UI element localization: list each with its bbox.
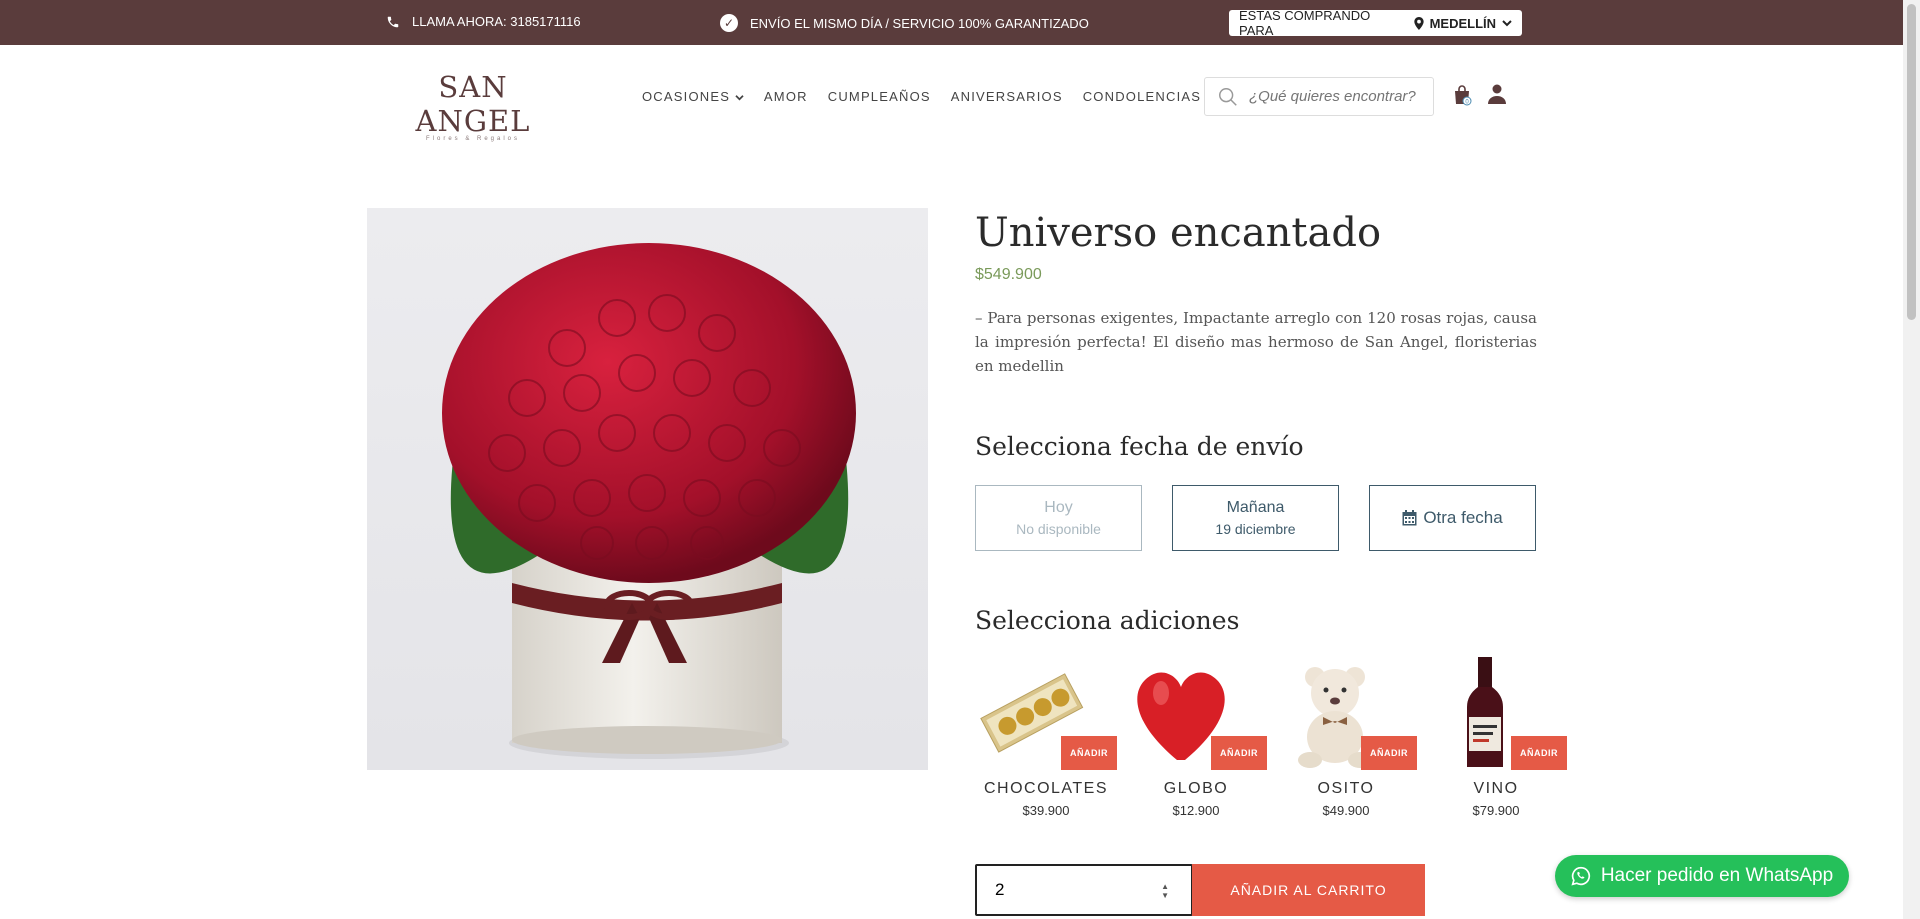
date-option-sub: 19 diciembre: [1215, 521, 1296, 537]
add-to-cart-button[interactable]: AÑADIR AL CARRITO: [1192, 864, 1425, 916]
whatsapp-order-button[interactable]: Hacer pedido en WhatsApp: [1555, 855, 1849, 897]
city-prefix: ESTAS COMPRANDO PARA: [1239, 8, 1371, 38]
nav-item-aniversarios[interactable]: ANIVERSARIOS: [951, 89, 1063, 104]
site-logo[interactable]: SAN ANGEL Flores & Regalos: [388, 70, 558, 142]
whatsapp-label: Hacer pedido en WhatsApp: [1600, 865, 1834, 886]
date-option-other[interactable]: Otra fecha: [1369, 485, 1536, 551]
date-option-sub: No disponible: [1016, 521, 1101, 537]
addon-name: GLOBO: [1163, 780, 1229, 797]
addon-vino: AÑADIR VINO $79.900: [1425, 655, 1567, 818]
add-addon-button[interactable]: AÑADIR: [1211, 736, 1267, 770]
cart-icon[interactable]: 0: [1452, 84, 1472, 106]
addon-osito: AÑADIR OSITO $49.900: [1275, 655, 1417, 818]
product-description: – Para personas exigentes, Impactante ar…: [975, 309, 1537, 375]
phone-icon: [387, 16, 399, 27]
date-option-today[interactable]: Hoy No disponible: [975, 485, 1142, 551]
scrollbar[interactable]: [1903, 0, 1920, 919]
calendar-icon: [1402, 510, 1417, 526]
chevron-down-icon: [735, 95, 744, 101]
shipping-notice: ✓ ENVÍO EL MISMO DÍA / SERVICIO 100% GAR…: [720, 14, 1089, 32]
logo-name: SAN ANGEL: [415, 70, 531, 138]
city-name: MEDELLÍN: [1429, 15, 1497, 31]
city-selector[interactable]: ESTAS COMPRANDO PARA MEDELLÍN: [1229, 8, 1522, 38]
addon-name: VINO: [1473, 780, 1519, 797]
nav-item-condolencias[interactable]: CONDOLENCIAS: [1083, 89, 1201, 104]
shipping-text: ENVÍO EL MISMO DÍA / SERVICIO 100% GARAN…: [750, 15, 1089, 31]
chevron-down-icon: [1502, 20, 1512, 27]
addon-chocolates: AÑADIR CHOCOLATES $39.900: [975, 655, 1117, 818]
add-addon-button[interactable]: AÑADIR: [1511, 736, 1567, 770]
product-title: Universo encantado: [975, 210, 1382, 256]
quantity-stepper: ▲▼: [975, 864, 1193, 916]
date-option-label: Hoy: [1044, 499, 1073, 516]
product-image[interactable]: [367, 208, 928, 770]
add-addon-button[interactable]: AÑADIR: [1061, 736, 1117, 770]
addon-price: $49.900: [1322, 803, 1370, 818]
nav-item-ocasiones[interactable]: OCASIONES: [642, 89, 744, 104]
nav-item-cumpleanos[interactable]: CUMPLEAÑOS: [828, 89, 931, 104]
addons-heading: Selecciona adiciones: [975, 606, 1240, 635]
user-icon[interactable]: [1488, 84, 1506, 104]
phone-text: LLAMA AHORA: 3185171116: [412, 14, 581, 29]
nav-item-label: OCASIONES: [642, 89, 731, 104]
quantity-input[interactable]: [995, 880, 1125, 900]
quantity-spinner[interactable]: ▲ ▼: [1161, 882, 1169, 900]
map-pin-icon: [1413, 16, 1424, 30]
date-option-label: Mañana: [1226, 499, 1285, 516]
search-box: [1204, 77, 1434, 116]
top-bar: LLAMA AHORA: 3185171116 ✓ ENVÍO EL MISMO…: [0, 0, 1903, 45]
addon-price: $39.900: [1022, 803, 1070, 818]
search-input[interactable]: [1249, 88, 1419, 105]
addon-price: $12.900: [1172, 803, 1220, 818]
check-circle-icon: ✓: [720, 14, 738, 32]
main-nav: OCASIONES AMOR CUMPLEAÑOS ANIVERSARIOS C…: [642, 89, 1201, 104]
addon-globo: AÑADIR GLOBO $12.900: [1125, 655, 1267, 818]
addon-name: OSITO: [1317, 780, 1375, 797]
addon-name: CHOCOLATES: [983, 780, 1109, 797]
search-icon[interactable]: [1217, 86, 1239, 108]
date-option-label: Otra fecha: [1423, 508, 1503, 527]
scrollbar-thumb[interactable]: [1907, 4, 1916, 320]
nav-item-amor[interactable]: AMOR: [764, 89, 808, 104]
logo-subtitle: Flores & Regalos: [425, 136, 521, 142]
phone-contact[interactable]: LLAMA AHORA: 3185171116: [386, 14, 581, 29]
date-heading: Selecciona fecha de envío: [975, 432, 1304, 461]
product-price: $549.900: [975, 266, 1042, 283]
date-option-tomorrow[interactable]: Mañana 19 diciembre: [1172, 485, 1339, 551]
rose-box-illustration: [442, 243, 856, 759]
addon-price: $79.900: [1472, 803, 1520, 818]
add-addon-button[interactable]: AÑADIR: [1361, 736, 1417, 770]
whatsapp-icon: [1571, 866, 1590, 886]
